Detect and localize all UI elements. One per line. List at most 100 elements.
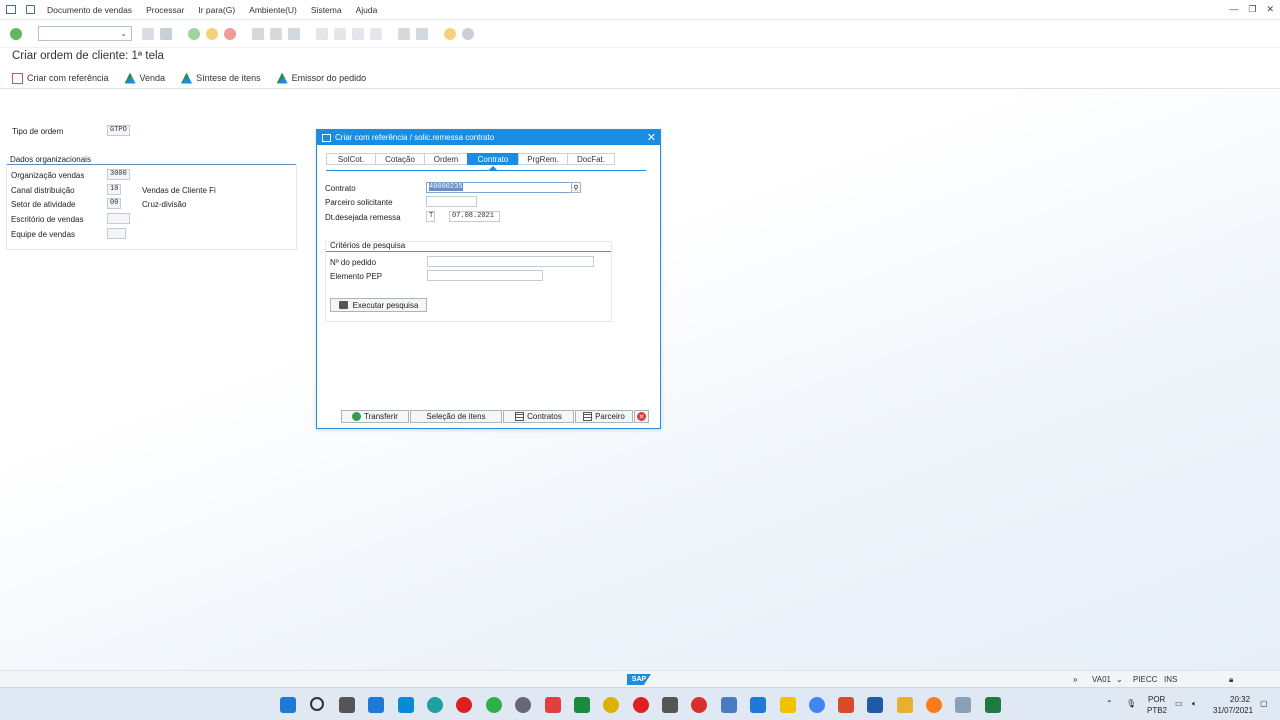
file-explorer-icon[interactable] [897,697,913,713]
order-number-field[interactable] [427,256,594,267]
network-icon[interactable]: ▭ [1175,699,1183,708]
exit-icon[interactable] [26,5,35,14]
sticky-notes-icon[interactable] [780,697,796,713]
menu-ambiente[interactable]: Ambiente(U) [249,5,297,15]
vivaldi-icon[interactable] [691,697,707,713]
microphone-icon[interactable]: 🎙︎ [1126,699,1136,708]
notifications-icon[interactable]: ▢ [1260,699,1268,708]
wbs-element-field[interactable] [427,270,543,281]
contract-field[interactable]: 40000235 [426,182,572,193]
settings-icon[interactable] [515,697,531,713]
cancel-button[interactable]: ✕ [634,410,649,423]
clock-date[interactable]: 31/07/2021 [1213,706,1253,715]
chevron-down-icon[interactable]: ⌄ [120,29,127,38]
app-icon[interactable] [867,697,883,713]
tab-solcot[interactable]: SolCot. [326,153,376,165]
contract-label: Contrato [325,184,356,193]
app-icon[interactable] [545,697,561,713]
search-help-icon[interactable]: ⚲ [571,182,581,193]
sales-org-field[interactable]: 3000 [107,169,130,180]
tab-ordem[interactable]: Ordem [424,153,468,165]
sales-office-field[interactable] [107,213,130,224]
find-next-icon[interactable] [288,27,300,40]
partner-field[interactable] [426,196,477,207]
tab-prgrem[interactable]: PrgRem. [518,153,568,165]
menu-bar: Documento de vendas Processar Ir para(G)… [0,0,1280,20]
maximize-icon[interactable]: ❐ [1248,4,1256,15]
chevron-up-icon[interactable]: ⌃ [1106,699,1113,708]
find-icon[interactable] [270,27,282,40]
exit-app-icon[interactable] [206,27,218,40]
cancel-x-icon: ✕ [637,412,646,421]
edge-icon[interactable] [427,697,443,713]
language-indicator[interactable]: POR [1148,695,1165,704]
execute-search-button[interactable]: Executar pesquisa [330,298,427,312]
sold-to-party-button[interactable]: Emissor do pedido [276,72,366,84]
sales-button[interactable]: Venda [124,72,165,84]
print-icon[interactable] [252,27,264,40]
tab-contrato[interactable]: Contrato [467,153,519,165]
delivery-date-field[interactable]: 07.08.2021 [449,211,500,222]
transaction-code[interactable]: VA01 [1092,675,1111,684]
back-icon[interactable] [188,27,200,40]
date-type-field[interactable]: T [426,211,435,222]
dialog-close-icon[interactable]: ✕ [647,131,656,144]
search-icon[interactable] [310,697,324,711]
command-field[interactable]: ⌄ [38,26,132,41]
save-icon[interactable] [160,27,172,40]
close-icon[interactable]: ✕ [1266,4,1274,15]
menu-processar[interactable]: Processar [146,5,184,15]
menu-sistema[interactable]: Sistema [311,5,342,15]
first-page-icon[interactable] [316,27,328,40]
menu-ajuda[interactable]: Ajuda [356,5,378,15]
chevrons-right-icon[interactable]: » [1073,675,1077,684]
transfer-button[interactable]: Transferir [341,410,409,423]
task-view-icon[interactable] [339,697,355,713]
help-icon[interactable] [444,27,456,40]
contracts-button[interactable]: Contratos [503,410,574,423]
distribution-channel-field[interactable]: 10 [107,184,121,195]
create-with-reference-button[interactable]: Criar com referência [12,72,109,84]
new-session-icon[interactable] [398,27,410,40]
menu-documento-vendas[interactable]: Documento de vendas [47,5,132,15]
volume-icon[interactable]: 🔈︎ [1192,699,1197,709]
chart-app-icon[interactable] [574,697,590,713]
clock-time[interactable]: 20:32 [1230,695,1250,704]
chevron-down-icon[interactable]: ⌄ [1116,675,1123,684]
shortcut-icon[interactable] [416,27,428,40]
firefox-icon[interactable] [926,697,942,713]
enter-icon[interactable] [10,27,22,40]
windows-start-icon[interactable] [280,697,296,713]
whatsapp-icon[interactable] [486,697,502,713]
excel-icon[interactable] [985,697,1001,713]
cancel-icon[interactable] [224,27,236,40]
prev-page-icon[interactable] [334,27,346,40]
next-page-icon[interactable] [352,27,364,40]
item-selection-button[interactable]: Seleção de itens [410,410,502,423]
order-type-field[interactable]: GTPO [107,125,130,136]
sales-group-field[interactable] [107,228,126,239]
yandex-icon[interactable] [633,697,649,713]
skype-icon[interactable] [398,697,414,713]
tab-docfat[interactable]: DocFat. [567,153,615,165]
app-icon[interactable] [603,697,619,713]
widgets-icon[interactable] [368,697,384,713]
minimize-icon[interactable]: — [1229,4,1238,15]
photos-icon[interactable] [721,697,737,713]
calculator-icon[interactable] [662,697,678,713]
division-field[interactable]: 00 [107,198,121,209]
notepad-icon[interactable] [750,697,766,713]
history-back-icon[interactable] [142,27,154,40]
item-overview-button[interactable]: Síntese de itens [181,72,261,84]
partner-button[interactable]: Parceiro [575,410,633,423]
keyboard-layout[interactable]: PTB2 [1147,706,1167,715]
opera-icon[interactable] [456,697,472,713]
tab-cotacao[interactable]: Cotação [375,153,425,165]
last-page-icon[interactable] [370,27,382,40]
settings-gear-icon[interactable] [462,27,474,40]
sap-logon-icon[interactable] [955,697,971,713]
chrome-icon[interactable] [809,697,825,713]
menu-icon[interactable] [6,5,16,14]
app-icon[interactable] [838,697,854,713]
menu-ir-para[interactable]: Ir para(G) [198,5,235,15]
